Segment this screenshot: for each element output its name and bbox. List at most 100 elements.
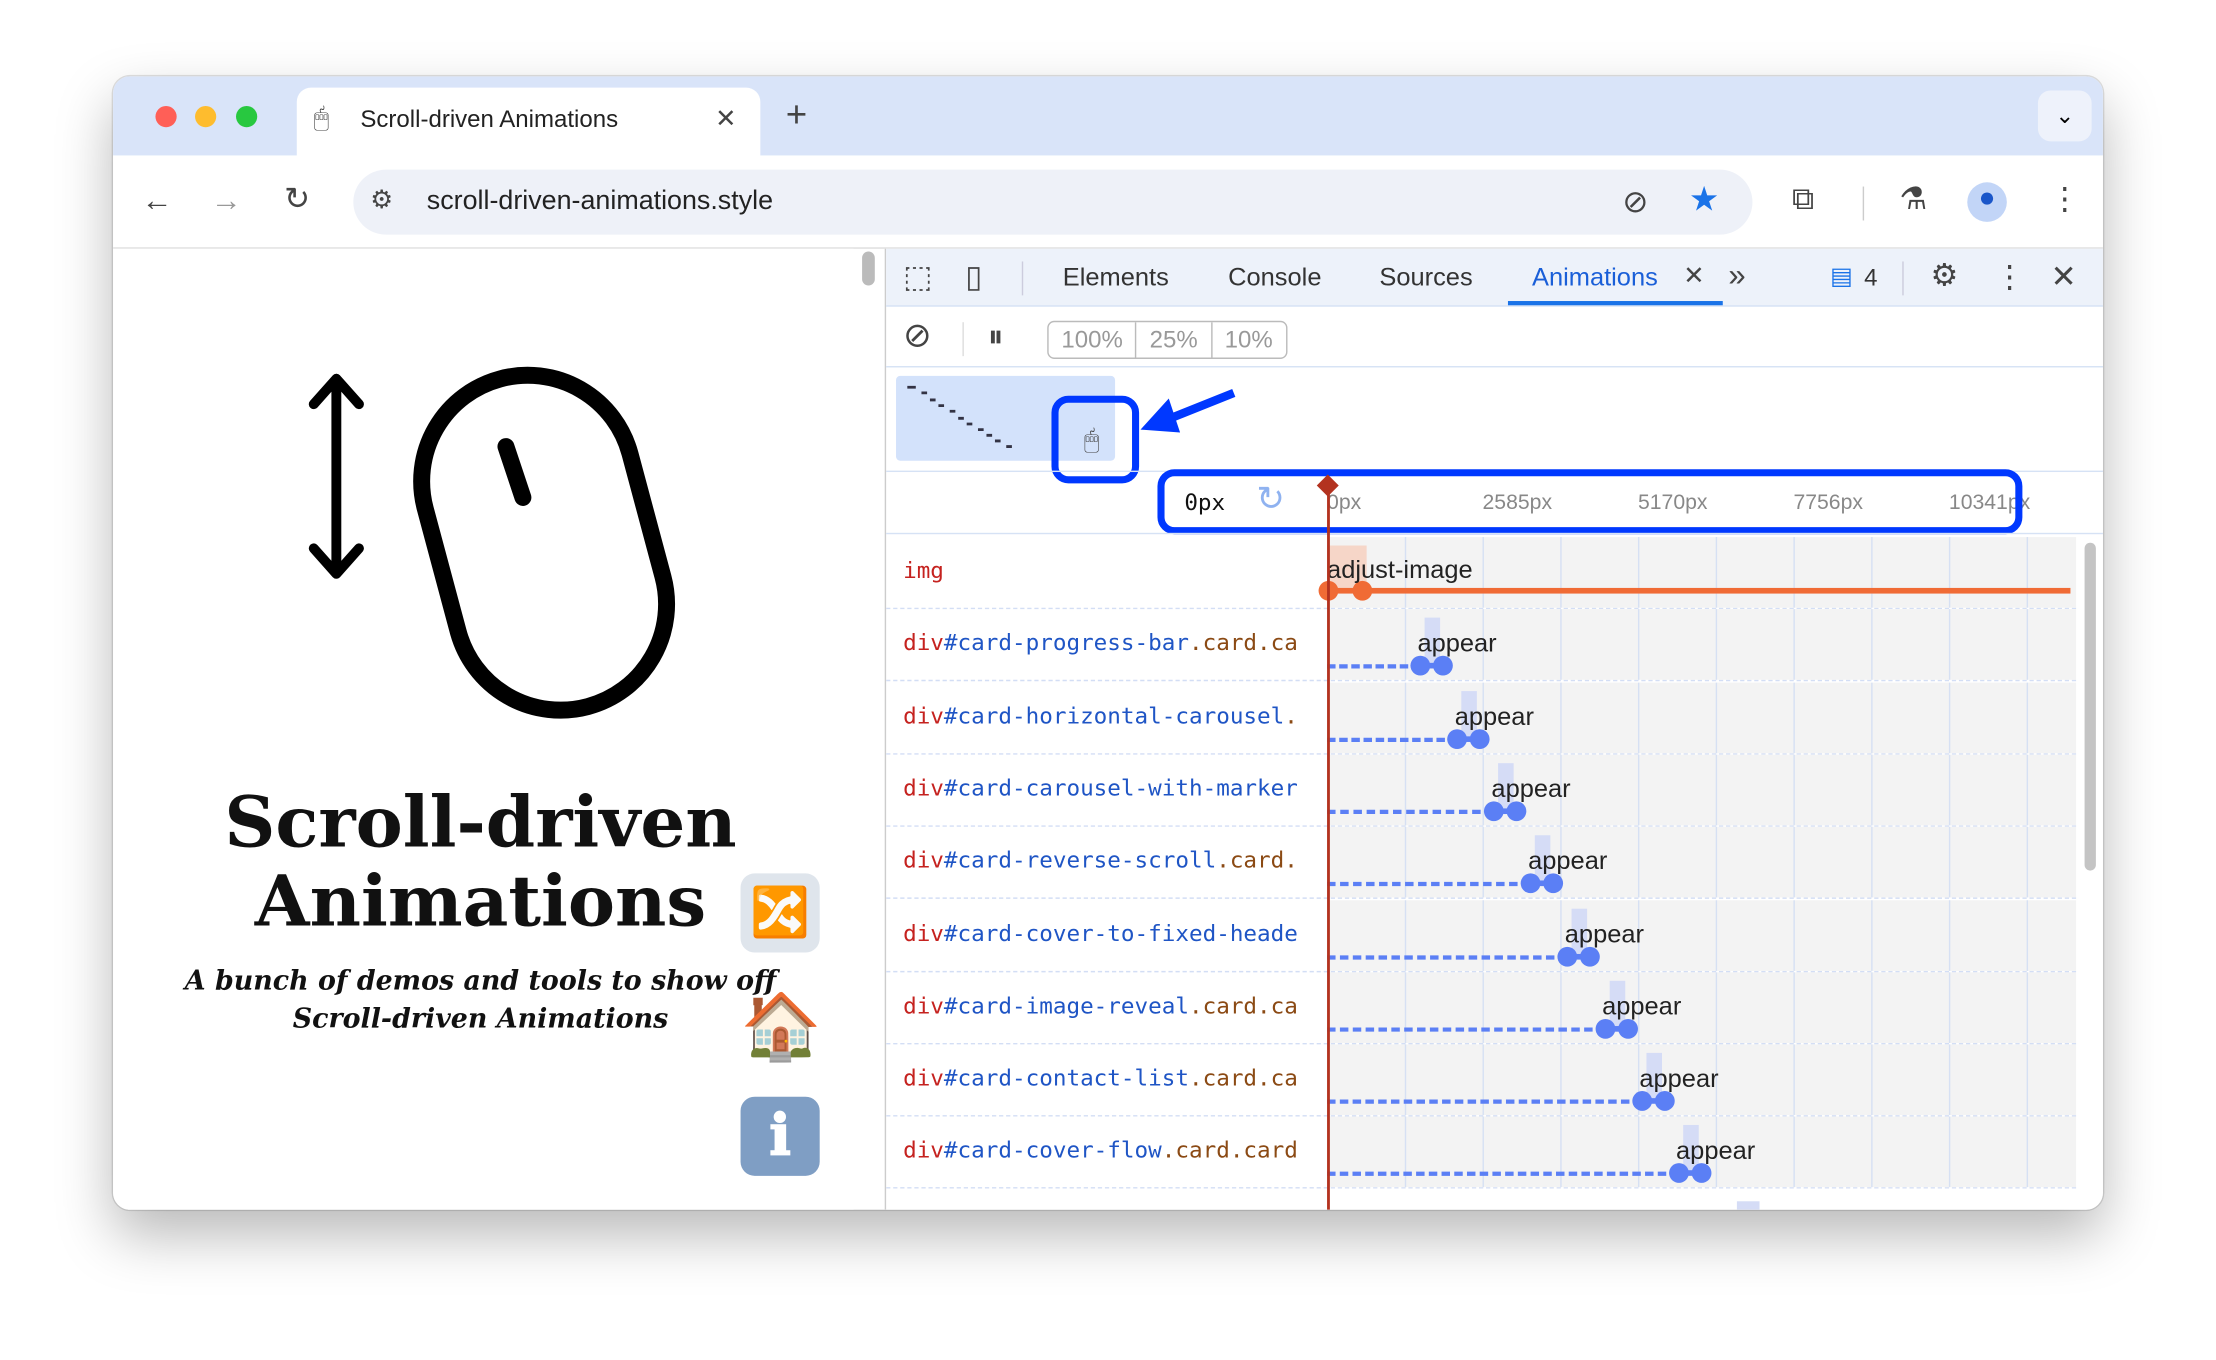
pause-all-icon[interactable]: ⏸ (988, 320, 1004, 352)
browser-tab[interactable]: 🖱 Scroll-driven Animations ✕ (296, 87, 761, 156)
node-label[interactable]: img (903, 557, 1327, 584)
end-keyframe-handle[interactable] (1654, 1091, 1675, 1111)
delay-line (1327, 1172, 1679, 1177)
animation-bar[interactable] (1327, 587, 2071, 594)
grid-line (1793, 972, 1795, 1043)
close-tab-icon[interactable]: ✕ (715, 106, 736, 131)
start-keyframe-handle[interactable] (1447, 728, 1468, 749)
issues-icon[interactable]: ▤ (1830, 264, 1853, 288)
grid-line (1560, 682, 1562, 753)
animation-track: appear (1327, 609, 2077, 681)
start-keyframe-handle[interactable] (1521, 873, 1541, 894)
grid-line (1482, 972, 1484, 1043)
start-keyframe-handle[interactable] (1484, 801, 1505, 821)
address-bar[interactable]: ⚙ scroll-driven-animations.style ⊘ ★ (353, 169, 1753, 235)
star-icon[interactable]: ★ (1689, 183, 1719, 218)
node-label[interactable]: div#card-cover-flow.card.card (903, 1137, 1327, 1164)
tab-elements[interactable]: Elements (1063, 263, 1169, 293)
animation-row[interactable]: div#card-reverse-scroll.card. appear (886, 827, 2077, 900)
devtools-scrollbar[interactable] (2084, 542, 2096, 871)
node-label[interactable]: div#card-carousel-with-marker (903, 774, 1327, 801)
grid-line (1404, 682, 1407, 753)
node-tag: div (903, 1136, 944, 1164)
new-tab-button[interactable]: + (786, 96, 807, 133)
end-keyframe-handle[interactable] (1470, 728, 1491, 749)
end-keyframe-handle[interactable] (1580, 946, 1601, 966)
end-keyframe-handle[interactable] (1432, 656, 1453, 676)
node-label[interactable]: div#card-image-reveal.card.ca (903, 992, 1327, 1019)
menu-icon[interactable]: ⋮ (2049, 183, 2080, 215)
speed-25-button[interactable]: 25% (1137, 322, 1212, 358)
page-scrollbar[interactable] (862, 251, 875, 286)
grid-line (1871, 682, 1873, 753)
close-animations-tab-icon[interactable]: ✕ (1683, 263, 1704, 288)
extensions-icon[interactable]: ⧉ (1792, 183, 1814, 215)
animation-row[interactable]: div#card-contact-list.card.ca appear (886, 1044, 2077, 1117)
maximize-window-button[interactable] (236, 105, 258, 128)
node-label[interactable]: div#card-cover-to-fixed-heade (903, 919, 1327, 946)
inspect-element-icon[interactable]: ⬚ (903, 261, 932, 292)
divider (886, 532, 2103, 535)
animation-row[interactable]: div#card-cover-to-fixed-heade appear (886, 899, 2077, 972)
end-keyframe-handle[interactable] (1691, 1163, 1712, 1184)
reload-icon[interactable]: ↻ (284, 183, 310, 215)
animation-name: appear (1639, 1064, 1719, 1093)
grid-line (1871, 537, 1873, 608)
speed-10-button[interactable]: 10% (1212, 322, 1286, 357)
devtools-tab-bar: ⬚ ▯ Elements Console Sources Animations … (886, 248, 2103, 307)
device-toolbar-icon[interactable]: ▯ (965, 261, 982, 292)
tab-animations[interactable]: Animations (1532, 263, 1658, 293)
clear-all-icon[interactable]: ⊘ (903, 319, 931, 353)
more-options-icon[interactable]: ⋮ (1994, 261, 2025, 292)
playhead-line[interactable] (1327, 481, 1330, 1210)
minimize-window-button[interactable] (195, 105, 217, 128)
issues-count[interactable]: 4 (1864, 264, 1877, 292)
grid-line (1404, 754, 1407, 826)
labs-flask-icon[interactable]: ⚗ (1899, 183, 1927, 215)
start-keyframe-handle[interactable] (1668, 1163, 1689, 1184)
shuffle-button[interactable]: 🔀 (740, 873, 820, 953)
settings-gear-icon[interactable]: ⚙ (1931, 259, 1959, 291)
start-keyframe-handle[interactable] (1557, 946, 1578, 966)
end-keyframe-handle[interactable] (1506, 801, 1527, 821)
animation-row[interactable]: img adjust-image (886, 537, 2077, 610)
tab-sources[interactable]: Sources (1379, 263, 1472, 293)
eye-off-icon[interactable]: ⊘ (1622, 186, 1648, 218)
animation-row[interactable]: div#card-carousel-with-marker appear (886, 754, 2077, 827)
divider (886, 366, 2103, 368)
animation-track: appear (1327, 1044, 2077, 1116)
animation-row[interactable]: div#card-horizontal-carousel. appear (886, 682, 2077, 755)
node-label[interactable]: div#card-contact-list.card.ca (903, 1064, 1327, 1091)
home-button[interactable]: 🏠 (741, 986, 822, 1065)
close-window-button[interactable] (155, 105, 177, 128)
back-icon[interactable]: ← (141, 184, 172, 216)
animation-row[interactable]: div#card-cover-flow.card.card appear (886, 1117, 2077, 1190)
node-label[interactable]: div#card-reverse-scroll.card. (903, 847, 1327, 874)
site-settings-icon[interactable]: ⚙ (370, 187, 393, 212)
devtools-panel: ⬚ ▯ Elements Console Sources Animations … (884, 248, 2103, 1210)
close-devtools-icon[interactable]: ✕ (2051, 261, 2077, 292)
grid-line (1793, 1117, 1795, 1188)
node-class: . (1284, 701, 1298, 729)
start-keyframe-handle[interactable] (1595, 1018, 1615, 1039)
node-label[interactable]: div#card-progress-bar.card.ca (903, 629, 1327, 656)
info-button[interactable]: ℹ (740, 1096, 820, 1176)
tab-console[interactable]: Console (1228, 263, 1321, 293)
start-keyframe-handle[interactable] (1632, 1091, 1653, 1111)
profile-icon[interactable]: ● (1967, 182, 2007, 222)
node-tag: div (903, 774, 944, 802)
node-label[interactable]: div#card-horizontal-carousel. (903, 702, 1327, 729)
start-keyframe-handle[interactable] (1410, 656, 1431, 676)
tab-search-chevron-icon[interactable]: ⌄ (2037, 90, 2092, 142)
speed-100-button[interactable]: 100% (1049, 322, 1137, 358)
node-id: #card-progress-bar (943, 629, 1189, 657)
animation-row[interactable]: div#card-image-reveal.card.ca appear (886, 972, 2077, 1045)
animation-name: appear (1602, 991, 1682, 1021)
grid-line (1948, 899, 1951, 971)
animation-row[interactable]: div#card-progress-bar.card.ca appear (886, 609, 2077, 682)
grid-line (1793, 899, 1795, 971)
end-keyframe-handle[interactable] (1617, 1018, 1638, 1039)
more-tabs-icon[interactable]: » (1728, 259, 1745, 291)
forward-icon[interactable]: → (211, 184, 242, 216)
browser-window: 🖱 Scroll-driven Animations ✕ + ⌄ ← → ↻ ⚙… (113, 76, 2103, 1210)
